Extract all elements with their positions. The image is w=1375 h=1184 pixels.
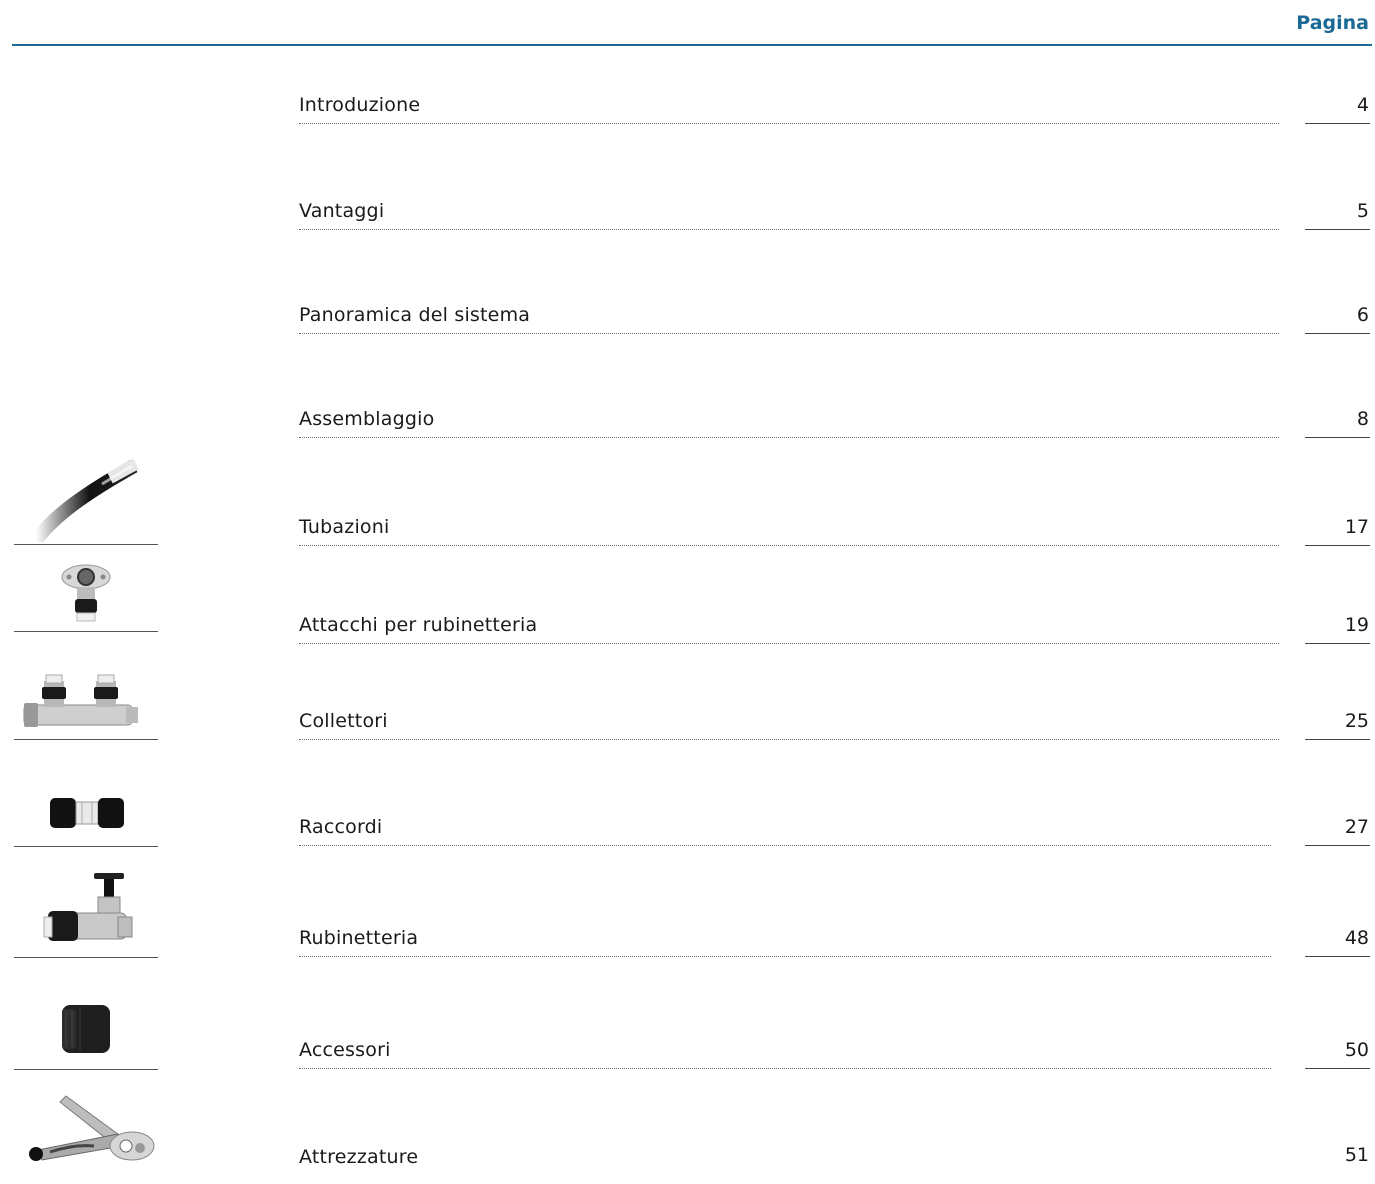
toc-leader-line xyxy=(299,956,1271,957)
toc-page-number: 19 xyxy=(1344,614,1369,636)
toc-entry-title[interactable]: Raccordi xyxy=(299,816,382,838)
page-underline xyxy=(1305,229,1370,230)
toc-page-number: 51 xyxy=(1344,1144,1369,1166)
page-underline xyxy=(1305,1068,1370,1069)
toc-leader-line xyxy=(299,643,1279,644)
toc-page-number: 48 xyxy=(1344,927,1369,949)
page-underline xyxy=(1305,123,1370,124)
toc-entry-rubinetteria[interactable]: Rubinetteria 48 xyxy=(0,897,1375,957)
toc-entry-vantaggi[interactable]: Vantaggi 5 xyxy=(0,170,1375,230)
toc-page-number: 25 xyxy=(1344,710,1369,732)
toc-entry-introduzione[interactable]: Introduzione 4 xyxy=(0,64,1375,124)
toc-entry-title[interactable]: Rubinetteria xyxy=(299,927,418,949)
header-divider xyxy=(12,44,1372,46)
toc-entry-title[interactable]: Vantaggi xyxy=(299,200,384,222)
toc-leader-line xyxy=(299,739,1279,740)
toc-leader-line xyxy=(299,545,1279,546)
toc-page-number: 6 xyxy=(1356,304,1369,326)
toc-entry-title[interactable]: Accessori xyxy=(299,1039,391,1061)
toc-page-number: 5 xyxy=(1356,200,1369,222)
toc-entry-attrezzature[interactable]: Attrezzature 51 xyxy=(0,1116,1375,1176)
toc-entry-assemblaggio[interactable]: Assemblaggio 8 xyxy=(0,378,1375,438)
toc-entry-title[interactable]: Introduzione xyxy=(299,94,420,116)
toc-entry-title[interactable]: Panoramica del sistema xyxy=(299,304,530,326)
page-underline xyxy=(1305,437,1370,438)
page-underline xyxy=(1305,845,1370,846)
toc-leader-line xyxy=(299,845,1271,846)
toc-entry-title[interactable]: Attacchi per rubinetteria xyxy=(299,614,537,636)
page-underline xyxy=(1305,643,1370,644)
toc-leader-line xyxy=(299,123,1279,124)
toc-page-number: 27 xyxy=(1344,816,1369,838)
toc-page-number: 17 xyxy=(1344,516,1369,538)
toc-entry-title[interactable]: Attrezzature xyxy=(299,1146,418,1168)
toc-leader-line xyxy=(299,437,1279,438)
toc-entry-title[interactable]: Tubazioni xyxy=(299,516,389,538)
toc-leader-line xyxy=(299,333,1279,334)
toc-page-number: 8 xyxy=(1356,408,1369,430)
toc-leader-line xyxy=(299,1068,1271,1069)
toc-page-number: 50 xyxy=(1344,1039,1369,1061)
toc-entry-accessori[interactable]: Accessori 50 xyxy=(0,1009,1375,1069)
toc-entry-title[interactable]: Assemblaggio xyxy=(299,408,434,430)
page-underline xyxy=(1305,956,1370,957)
page-underline xyxy=(1305,545,1370,546)
toc-leader-line xyxy=(299,229,1279,230)
toc-entry-attacchi[interactable]: Attacchi per rubinetteria 19 xyxy=(0,584,1375,644)
toc-entry-tubazioni[interactable]: Tubazioni 17 xyxy=(0,486,1375,546)
toc-page-number: 4 xyxy=(1356,94,1369,116)
page-underline xyxy=(1305,333,1370,334)
page-underline xyxy=(1305,739,1370,740)
toc-entry-collettori[interactable]: Collettori 25 xyxy=(0,680,1375,740)
toc-entry-title[interactable]: Collettori xyxy=(299,710,388,732)
page-column-header: Pagina xyxy=(1296,12,1369,34)
toc-entry-panoramica[interactable]: Panoramica del sistema 6 xyxy=(0,274,1375,334)
toc-entry-raccordi[interactable]: Raccordi 27 xyxy=(0,786,1375,846)
